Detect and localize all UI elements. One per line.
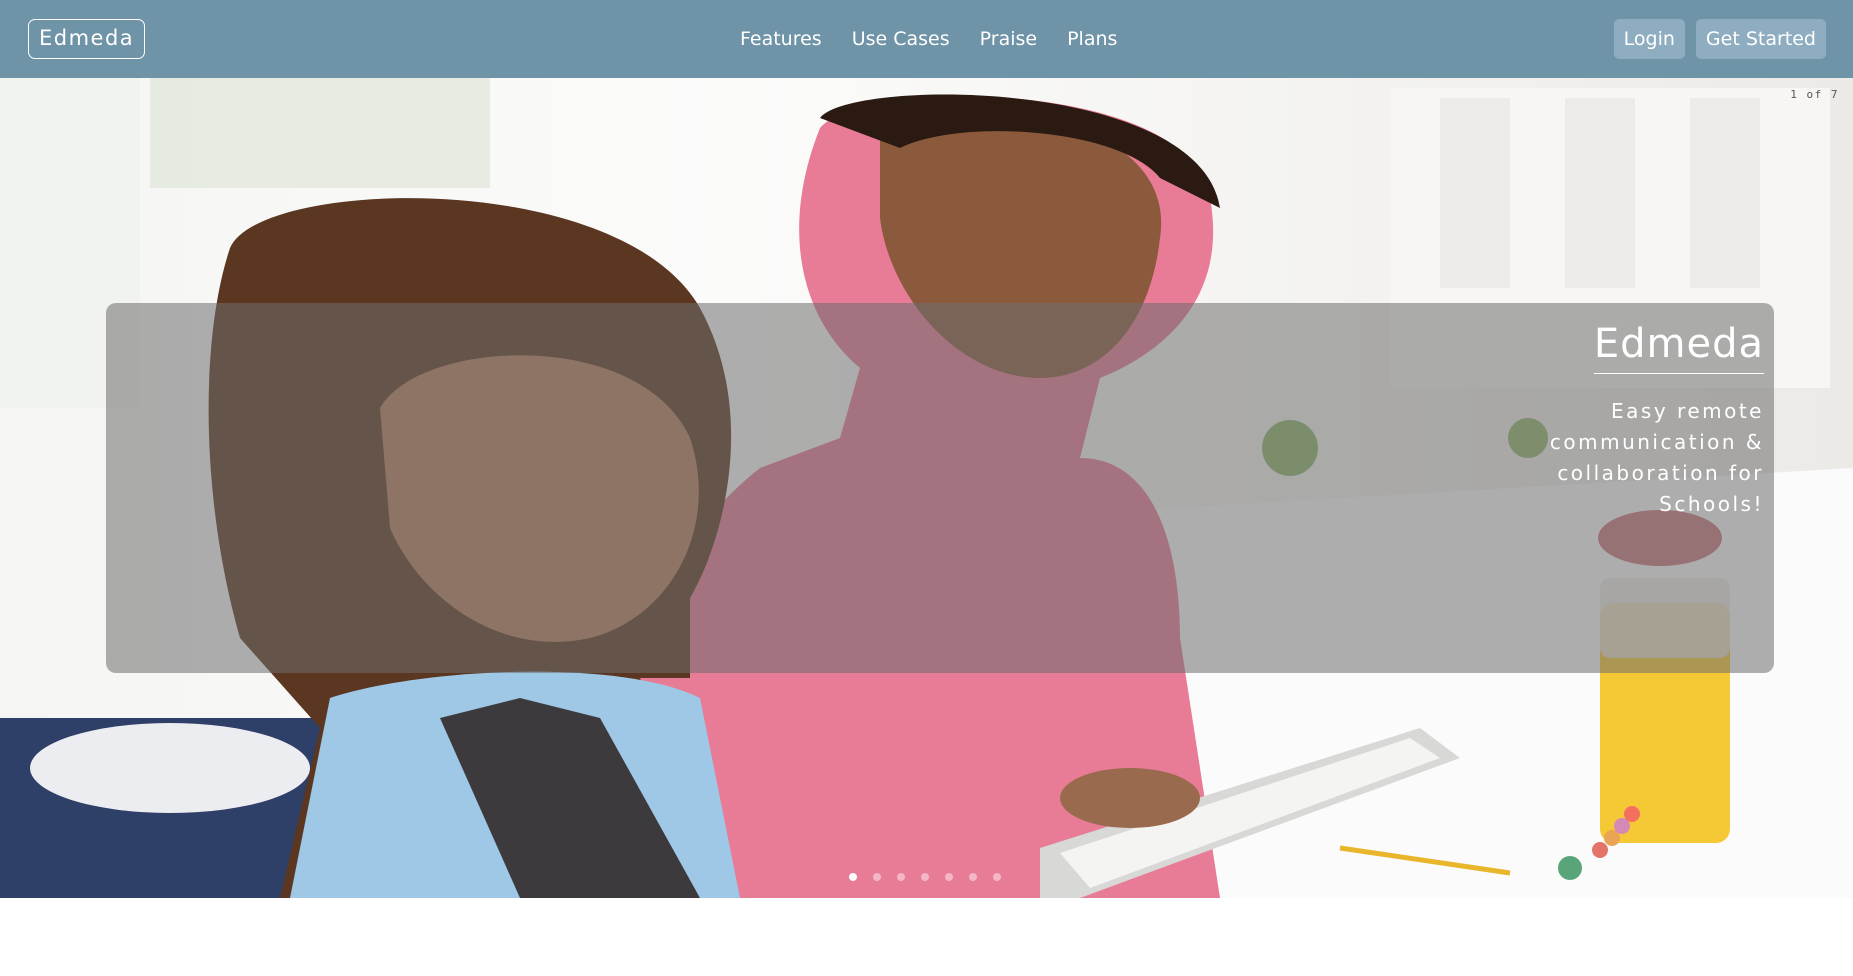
hero-carousel[interactable]: 1 of 7 Edmeda Easy remote communication …	[0, 78, 1853, 898]
navbar: Edmeda Features Use Cases Praise Plans L…	[0, 0, 1853, 78]
nav-link-praise[interactable]: Praise	[980, 28, 1037, 50]
brand-logo[interactable]: Edmeda	[28, 19, 146, 59]
nav-link-features[interactable]: Features	[740, 28, 822, 50]
caption-title: Edmeda	[1593, 321, 1764, 374]
caption-text: Easy remote communication & collaboratio…	[1549, 399, 1764, 516]
carousel-dot-2[interactable]	[873, 873, 881, 881]
carousel-dot-1[interactable]	[849, 873, 857, 881]
carousel-dot-6[interactable]	[969, 873, 977, 881]
nav-links: Features Use Cases Praise Plans	[740, 0, 1147, 78]
carousel-dot-5[interactable]	[945, 873, 953, 881]
nav-link-use-cases[interactable]: Use Cases	[852, 28, 950, 50]
get-started-button[interactable]: Get Started	[1695, 19, 1826, 59]
carousel-dot-3[interactable]	[897, 873, 905, 881]
carousel-caption: Edmeda Easy remote communication & colla…	[106, 303, 1774, 673]
nav-actions: Login Get Started	[1603, 19, 1826, 59]
login-button[interactable]: Login	[1613, 19, 1685, 59]
slide-counter: 1 of 7	[1790, 88, 1839, 101]
carousel-dot-4[interactable]	[921, 873, 929, 881]
carousel-indicators	[849, 873, 1017, 881]
carousel-dot-7[interactable]	[993, 873, 1001, 881]
nav-link-plans[interactable]: Plans	[1067, 28, 1117, 50]
